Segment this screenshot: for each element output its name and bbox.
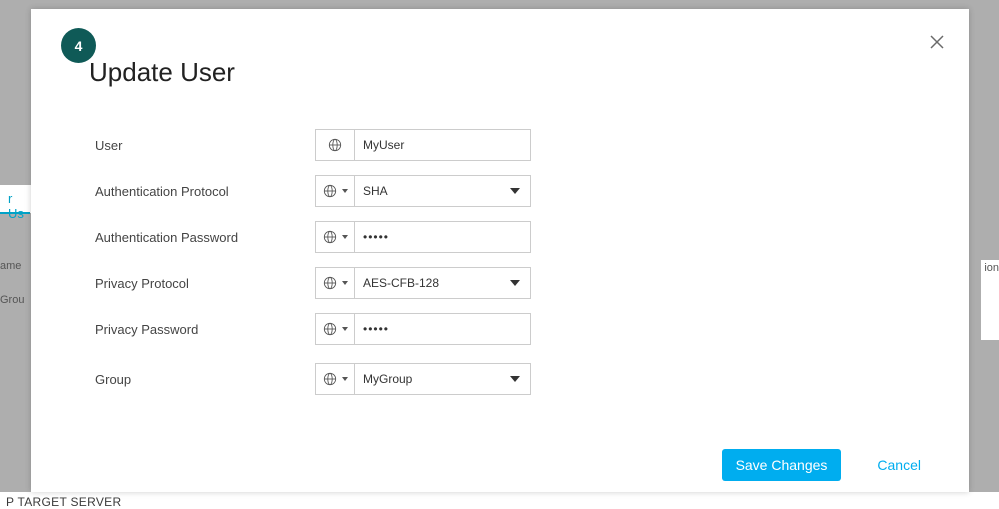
chevron-down-icon bbox=[342, 189, 348, 193]
background-col-2: Grou bbox=[0, 294, 22, 310]
cancel-button[interactable]: Cancel bbox=[871, 456, 927, 474]
auth-protocol-value: SHA bbox=[363, 184, 388, 198]
save-changes-button[interactable]: Save Changes bbox=[722, 449, 842, 481]
globe-icon bbox=[323, 372, 337, 386]
row-auth-protocol: Authentication Protocol SHA bbox=[95, 175, 635, 207]
label-privacy-password: Privacy Password bbox=[95, 322, 315, 337]
modal-title: Update User bbox=[89, 57, 235, 88]
background-right-fragment: ion bbox=[981, 260, 999, 340]
globe-icon bbox=[323, 276, 337, 290]
privacy-protocol-select[interactable]: AES-CFB-128 bbox=[355, 267, 531, 299]
modal-footer: Save Changes Cancel bbox=[31, 438, 969, 492]
row-auth-password: Authentication Password ••••• bbox=[95, 221, 635, 253]
chevron-down-icon bbox=[342, 327, 348, 331]
chevron-down-icon bbox=[510, 280, 520, 286]
chevron-down-icon bbox=[342, 281, 348, 285]
chevron-down-icon bbox=[342, 235, 348, 239]
label-auth-protocol: Authentication Protocol bbox=[95, 184, 315, 199]
auth-password-value: ••••• bbox=[363, 230, 389, 244]
scope-button-privacy-protocol[interactable] bbox=[315, 267, 355, 299]
close-button[interactable] bbox=[929, 34, 949, 54]
background-col-1: ame bbox=[0, 260, 22, 276]
scope-button-user[interactable] bbox=[315, 129, 355, 161]
privacy-password-value: ••••• bbox=[363, 322, 389, 336]
scope-button-auth-password[interactable] bbox=[315, 221, 355, 253]
globe-icon bbox=[323, 184, 337, 198]
chevron-down-icon bbox=[510, 188, 520, 194]
chevron-down-icon bbox=[342, 377, 348, 381]
globe-icon bbox=[323, 230, 337, 244]
auth-password-field[interactable]: ••••• bbox=[355, 221, 531, 253]
privacy-protocol-value: AES-CFB-128 bbox=[363, 276, 439, 290]
user-input[interactable] bbox=[363, 138, 522, 152]
globe-icon bbox=[323, 322, 337, 336]
group-value: MyGroup bbox=[363, 372, 412, 386]
auth-protocol-select[interactable]: SHA bbox=[355, 175, 531, 207]
label-auth-password: Authentication Password bbox=[95, 230, 315, 245]
label-user: User bbox=[95, 138, 315, 153]
update-user-modal: 4 Update User User Authentication Protoc… bbox=[31, 9, 969, 492]
background-tab-fragment: r Us bbox=[0, 185, 31, 213]
background-tab-underline bbox=[0, 212, 30, 214]
row-privacy-protocol: Privacy Protocol AES-CFB-128 bbox=[95, 267, 635, 299]
group-select[interactable]: MyGroup bbox=[355, 363, 531, 395]
step-number: 4 bbox=[75, 38, 83, 54]
scope-button-group[interactable] bbox=[315, 363, 355, 395]
label-privacy-protocol: Privacy Protocol bbox=[95, 276, 315, 291]
close-icon bbox=[929, 34, 945, 50]
label-group: Group bbox=[95, 372, 315, 387]
background-bottom-text: P TARGET SERVER bbox=[6, 495, 121, 509]
row-group: Group MyGroup bbox=[95, 363, 635, 395]
scope-button-privacy-password[interactable] bbox=[315, 313, 355, 345]
row-user: User bbox=[95, 129, 635, 161]
row-privacy-password: Privacy Password ••••• bbox=[95, 313, 635, 345]
user-field[interactable] bbox=[355, 129, 531, 161]
form-area: User Authentication Protocol SHA bbox=[95, 129, 635, 409]
background-bottom-bar bbox=[0, 492, 999, 506]
globe-icon bbox=[328, 138, 342, 152]
privacy-password-field[interactable]: ••••• bbox=[355, 313, 531, 345]
chevron-down-icon bbox=[510, 376, 520, 382]
scope-button-auth-protocol[interactable] bbox=[315, 175, 355, 207]
